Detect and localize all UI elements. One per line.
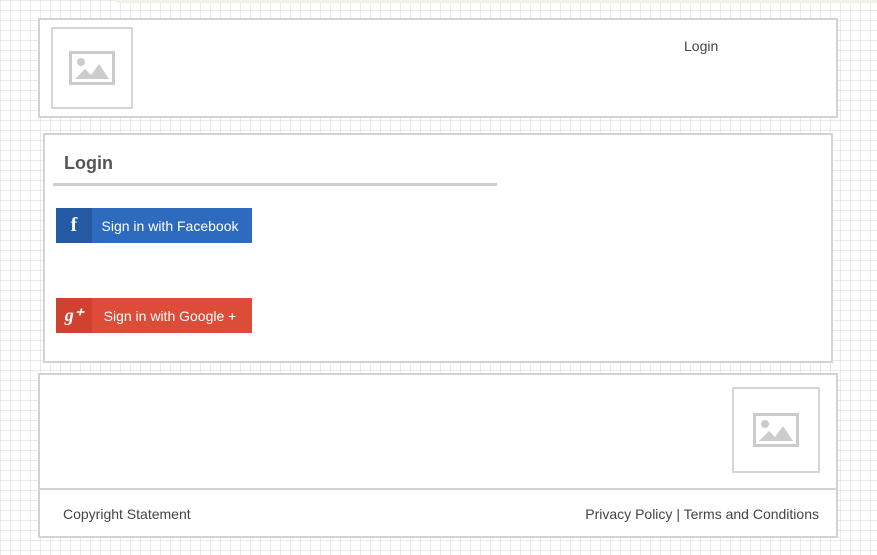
- login-title: Login: [64, 153, 113, 173]
- facebook-icon: f: [56, 208, 92, 243]
- facebook-signin-button[interactable]: f Sign in with Facebook: [56, 208, 252, 243]
- header: Login: [38, 18, 838, 118]
- logo-image: [51, 27, 133, 109]
- google-signin-label: Sign in with Google +: [103, 307, 237, 324]
- google-signin-button[interactable]: g⁺ Sign in with Google +: [56, 298, 252, 333]
- footer-divider: [40, 488, 836, 490]
- google-plus-icon: g⁺: [56, 298, 92, 333]
- footer-links: Privacy Policy | Terms and Conditions: [585, 506, 819, 522]
- top-strip: [116, 0, 877, 3]
- facebook-signin-label: Sign in with Facebook: [101, 217, 239, 234]
- login-panel: Login f Sign in with Facebook g⁺ Sign in…: [43, 133, 833, 363]
- footer-link-separator: |: [676, 506, 680, 522]
- privacy-policy-link[interactable]: Privacy Policy: [585, 506, 672, 522]
- copyright-text: Copyright Statement: [63, 506, 191, 522]
- header-login-link[interactable]: Login: [684, 38, 718, 54]
- terms-link[interactable]: Terms and Conditions: [684, 506, 819, 522]
- title-underline: [53, 183, 497, 186]
- footer-image: [732, 387, 820, 473]
- image-placeholder-icon: [753, 413, 799, 447]
- footer: Copyright Statement Privacy Policy | Ter…: [38, 373, 838, 538]
- image-placeholder-icon: [69, 51, 115, 85]
